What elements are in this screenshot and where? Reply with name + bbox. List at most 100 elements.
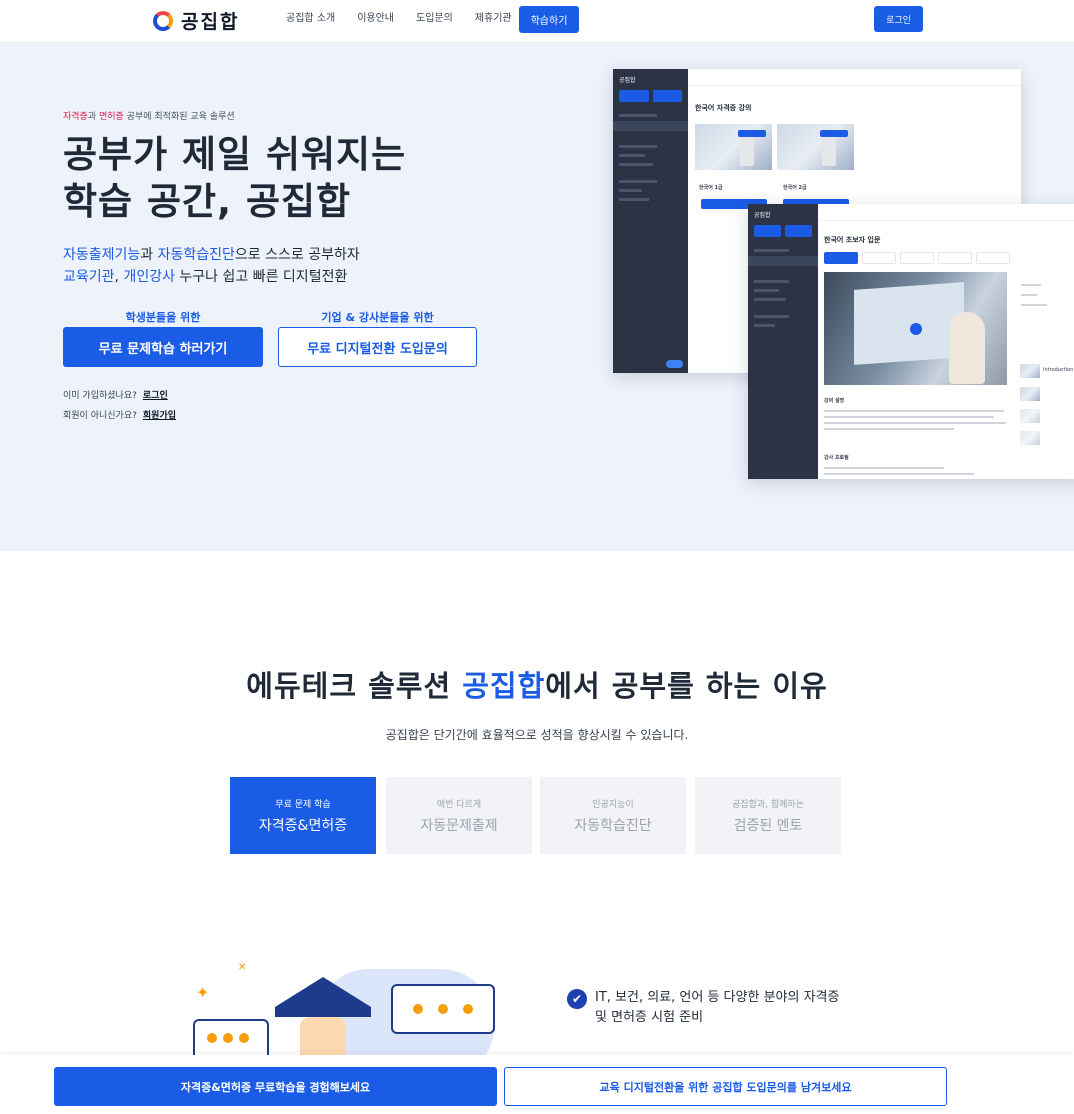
mockup-sidebar-line xyxy=(619,163,653,166)
feature-point-line1: IT, 보건, 의료, 언어 등 다양한 분야의 자격증 xyxy=(595,990,840,1005)
member-question: 이미 가입하셨나요? xyxy=(63,391,137,401)
feature-tab-auto-question[interactable]: 매번 다르게 자동문제출제 xyxy=(386,777,532,854)
feature-tab-certificate[interactable]: 무료 문제 학습 자격증&면허증 xyxy=(230,777,376,854)
eyebrow-highlight-certificate: 자격증 xyxy=(63,112,88,122)
nav-link-inquiry[interactable]: 도입문의 xyxy=(416,12,453,26)
inquiry-cta-button[interactable]: 교육 디지털전환을 위한 공집합 도입문의를 남겨보세요 xyxy=(504,1067,947,1106)
main-nav: 공집합 소개 이용안내 도입문의 제휴기관 xyxy=(286,12,534,26)
hero-section: 자격증과 면허증 공부에 최적화된 교육 솔루션 공부가 제일 쉬워지는 학습 … xyxy=(0,43,1074,551)
hero-subtitle-line2: 교육기관, 개인강사 누구나 쉽고 빠른 디지털전환 xyxy=(63,266,360,288)
feature-label: 자동문제출제 xyxy=(420,818,498,834)
signup-row: 회원이 아니신가요? 회원가입 xyxy=(63,408,176,421)
digital-inquiry-button[interactable]: 무료 디지털전환 도입문의 xyxy=(278,327,477,367)
mockup-text-line xyxy=(824,428,954,430)
mockup-sidebar-line xyxy=(754,249,789,252)
sub-highlight-institution: 교육기관 xyxy=(63,269,115,285)
mockup-sidebar-line xyxy=(619,198,649,201)
brand-logo[interactable]: 공집합 xyxy=(153,7,239,34)
hero-subtitle-line1: 자동출제기능과 자동학습진단으로 스스로 공부하자 xyxy=(63,244,360,266)
mockup-topbar xyxy=(688,69,1021,86)
sub-text-tail: 으로 스스로 공부하자 xyxy=(234,247,360,263)
top-nav-bar: 공집합 공집합 소개 이용안내 도입문의 제휴기관 학습하기 로그인 xyxy=(0,0,1074,43)
mockup-sidebar-line xyxy=(754,289,779,292)
free-study-button[interactable]: 무료 문제학습 하러가기 xyxy=(63,327,263,367)
feature-caption: 매번 다르게 xyxy=(436,800,482,810)
mockup-sidebar-line xyxy=(619,180,657,183)
mockup-sidebar-line xyxy=(619,189,642,192)
mockup-text-line xyxy=(824,422,1006,424)
nav-link-about[interactable]: 공집합 소개 xyxy=(286,12,335,26)
logo-text: 공집합 xyxy=(181,11,240,33)
sub-text-tail2: 누구나 쉽고 빠른 디지털전환 xyxy=(174,269,348,285)
mockup-sidebar-line xyxy=(754,315,789,318)
sub-highlight-auto-diagnosis: 자동학습진단 xyxy=(157,247,235,263)
mockup-sidebar-line xyxy=(754,324,775,327)
nav-link-guide[interactable]: 이용안내 xyxy=(357,12,394,26)
feature-point-line2: 및 면허증 시험 준비 xyxy=(595,1010,704,1025)
mockup-playlist-thumb xyxy=(1020,409,1040,423)
eyebrow-text: 과 xyxy=(87,112,99,122)
feature-point-text: IT, 보건, 의료, 언어 등 다양한 분야의 자격증 및 면허증 시험 준비 xyxy=(595,988,839,1028)
mockup-text-line xyxy=(1021,304,1047,306)
mockup-sidebar-line xyxy=(754,280,789,283)
nonmember-question: 회원이 아니신가요? xyxy=(63,411,137,421)
login-button[interactable]: 로그인 xyxy=(874,6,923,32)
mockup-logo-2: 공집합 xyxy=(754,212,771,219)
sparkle-icon: ✦ xyxy=(196,983,210,1002)
feature-tab-mentor[interactable]: 공집합과, 함께하는 검증된 멘토 xyxy=(695,777,841,854)
chat-bubble-right xyxy=(391,984,495,1034)
hero-subtitle: 자동출제기능과 자동학습진단으로 스스로 공부하자 교육기관, 개인강사 누구나… xyxy=(63,244,360,288)
mockup-logo: 공집합 xyxy=(619,77,636,84)
reasons-title: 에듀테크 솔루션 공집합에서 공부를 하는 이유 xyxy=(0,663,1074,705)
mockup-playlist-thumb xyxy=(1020,387,1040,401)
study-button[interactable]: 학습하기 xyxy=(519,6,579,33)
nav-link-partners[interactable]: 제휴기관 xyxy=(475,12,512,26)
mockup-card-title-2: 한국어 2급 xyxy=(783,185,807,191)
page: 공집합 공집합 소개 이용안내 도입문의 제휴기관 학습하기 로그인 자격증과 … xyxy=(0,0,1074,1114)
mockup-text-line xyxy=(1021,284,1041,286)
student-caption: 학생분들을 위한 xyxy=(125,311,201,324)
sub-highlight-auto-question: 자동출제기능 xyxy=(63,247,141,263)
sub-highlight-instructor: 개인강사 xyxy=(123,269,175,285)
mockup-playlist-thumb xyxy=(1020,364,1040,378)
mockup-text-line xyxy=(824,410,1004,412)
mockup-toggle xyxy=(666,360,683,368)
reasons-subtitle: 공집합은 단기간에 효율적으로 성적을 향상시킬 수 있습니다. xyxy=(385,728,689,742)
graduation-cap-icon xyxy=(275,977,371,1007)
mockup-desc-title: 강의 설명 xyxy=(824,398,845,404)
reasons-title-prefix: 에듀테크 솔루션 xyxy=(246,669,463,703)
mockup-sidebar-active-2 xyxy=(748,256,818,266)
mockup-text-line xyxy=(824,467,944,469)
mockup-sidebar-pills xyxy=(613,90,688,102)
sub-text: 과 xyxy=(140,247,158,263)
reasons-title-brand: 공집합 xyxy=(462,669,546,703)
feature-caption: 무료 문제 학습 xyxy=(275,800,331,810)
mockup-text-line xyxy=(1021,294,1037,296)
free-trial-cta-button[interactable]: 자격증&면허증 무료학습을 경험해보세요 xyxy=(54,1067,497,1106)
mockup-playlist-thumb xyxy=(1020,431,1040,445)
company-caption: 기업 & 강사분들을 위한 xyxy=(321,311,434,324)
eyebrow-text-tail: 공부에 최적화된 교육 솔루션 xyxy=(123,112,235,122)
mockup-sidebar-2: 공집합 xyxy=(748,204,818,479)
signup-link[interactable]: 회원가입 xyxy=(143,411,176,421)
feature-tab-auto-diagnosis[interactable]: 인공지능이 자동학습진단 xyxy=(540,777,686,854)
sticky-cta-bar: 자격증&면허증 무료학습을 경험해보세요 교육 디지털전환을 위한 공집합 도입… xyxy=(0,1055,1074,1114)
mockup-sidebar-pills-2 xyxy=(748,225,818,237)
mockup-course-title-2: 한국어 초보자 입문 xyxy=(824,236,881,244)
login-link[interactable]: 로그인 xyxy=(143,391,168,401)
mockup-video xyxy=(824,272,1007,385)
play-icon xyxy=(910,323,922,335)
mockup-course-title: 한국어 자격증 강의 xyxy=(695,104,752,112)
eyebrow-highlight-license: 면허증 xyxy=(99,112,124,122)
member-login-row: 이미 가입하셨나요? 로그인 xyxy=(63,388,168,401)
mockup-sidebar-active xyxy=(613,121,688,131)
hero-eyebrow: 자격증과 면허증 공부에 최적화된 교육 솔루션 xyxy=(63,109,235,122)
student-illustration: ✦ ✕ xyxy=(165,955,505,1079)
mockup-sidebar-line xyxy=(754,298,786,301)
mockup-card-title-1: 한국어 1급 xyxy=(699,185,723,191)
mockup-thumb-2 xyxy=(777,124,854,170)
check-circle-icon: ✔ xyxy=(567,989,587,1009)
sparkle-small-icon: ✕ xyxy=(238,962,247,973)
mockup-sidebar: 공집합 xyxy=(613,69,688,373)
mockup-sidebar-line xyxy=(619,114,657,117)
